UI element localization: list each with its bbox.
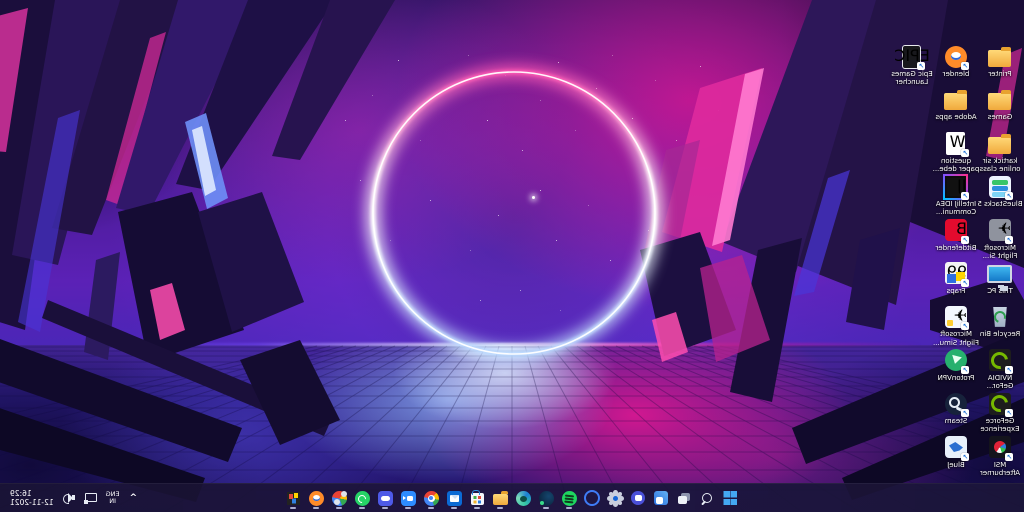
desktop-icon-label: MSI Afterburner [980,461,1020,477]
fraps-icon [287,492,300,505]
desktop-icon-label: Steam [945,417,968,425]
whatsapp-icon [355,491,370,506]
store-icon [471,493,484,505]
settings-icon [609,492,622,505]
desktop-icon-label: Adobe apps [935,113,976,121]
running-indicator [429,507,435,509]
zoom-icon [401,491,416,506]
desktop-screen: ↗ Printer ↗ [0,0,1024,512]
desktop-icon-column: ↗ Printer ↗ [978,44,1022,478]
cortana-icon [632,491,646,505]
start-icon [724,491,738,505]
running-indicator [291,507,297,509]
shortcut-arrow-icon: ↗ [962,192,970,200]
recyclebin-icon [992,307,1009,327]
running-indicator [475,507,481,509]
clock[interactable]: 16:29 12-11-2021 [10,489,54,507]
shortcut-arrow-icon: ↗ [918,62,926,70]
desktop-icon-label: question paper debe... [933,157,980,173]
search-icon [700,490,716,506]
shortcut-arrow-icon: ↗ [962,279,970,287]
shortcut-arrow-icon: ↗ [962,453,970,461]
mail-icon [447,491,462,506]
desktop-icon-label: IntelliJ IDEA Communi... [936,200,976,216]
desktop-icon-label: blender [943,70,970,78]
widgets-icon [655,491,669,505]
taskview-icon [677,490,693,506]
explorer-icon [493,494,508,505]
folder-icon [989,93,1012,110]
gears-icon [332,491,347,506]
shortcut-arrow-icon: ↗ [962,62,970,70]
shortcut-arrow-icon: ↗ [962,409,970,417]
shortcut-arrow-icon: ↗ [962,322,970,330]
shortcut-arrow-icon: ↗ [1006,453,1014,461]
language-indicator[interactable]: ENG IN [106,491,120,506]
running-indicator [567,507,573,509]
desktop-icon-column: EPIC ↗ Epic Games Launcher [890,44,934,478]
globe-icon [539,491,554,506]
desktop-icon-label: BlueJ [947,461,965,469]
desktop-icon-grid: ↗ Printer ↗ [890,44,1022,478]
system-tray: ^ ENG IN 16:29 12-11-2021 [4,484,139,512]
running-indicator [360,507,366,509]
running-indicator [314,507,320,509]
shortcut-arrow-icon: ↗ [1006,409,1014,417]
running-indicator [498,507,504,509]
spotify-icon [562,491,577,506]
shortcut-arrow-icon: ↗ [962,149,970,157]
shortcut-arrow-icon: ↗ [962,366,970,374]
time-text: 16:29 [10,489,54,498]
desktop-icon-label: Bitdefender [935,244,976,252]
desktop-icon-label: BlueStacks 5 [977,200,1022,208]
mirrored-ui-layer: ↗ Printer ↗ [0,0,1024,512]
volume-icon[interactable] [62,491,76,505]
thispc-icon [988,265,1013,283]
desktop-icon-label: Printer [988,70,1011,78]
desktop-icon-label: Microsoft Flight Si... [983,244,1018,260]
running-indicator [406,507,412,509]
date-text: 12-11-2021 [10,498,54,507]
desktop-icon-label: ProtonVPN [938,374,975,382]
desktop-icon-label: Epic Games Launcher [891,70,932,86]
blender-icon [309,491,324,506]
running-indicator [544,507,550,509]
desktop-icon-label: Microsoft Flight Simu... [933,330,979,346]
network-icon[interactable] [84,491,98,505]
desktop-icon-label: GeForce Experience [980,417,1019,433]
folder-icon [989,137,1012,154]
folder-icon [989,50,1012,67]
edge-icon [516,491,531,506]
ring-icon [585,490,601,506]
shortcut-arrow-icon: ↗ [1006,192,1014,200]
chrome-icon [424,491,439,506]
desktop-icon-label: Games [988,113,1013,121]
shortcut-arrow-icon: ↗ [1006,366,1014,374]
desktop-icon-label: NVIDIA GeFor... [987,374,1014,390]
shortcut-arrow-icon: ↗ [1006,236,1014,244]
taskbar-app-group [283,484,741,512]
shortcut-arrow-icon: ↗ [962,236,970,244]
desktop-icon-label: Fraps [947,287,966,295]
running-indicator [452,507,458,509]
desktop-icon-column: ↗ blender ↗ [934,44,978,478]
desktop-icon-label: Recycle Bin [980,330,1020,338]
discord-icon [378,491,393,506]
running-indicator [383,507,389,509]
folder-icon [945,93,968,110]
taskbar: ^ ENG IN 16:29 12-11-2021 [0,483,1024,512]
running-indicator [337,507,343,509]
hidden-icons-chevron[interactable]: ^ [128,493,140,503]
desktop-icon-label: kartick sir online class [980,157,1021,173]
